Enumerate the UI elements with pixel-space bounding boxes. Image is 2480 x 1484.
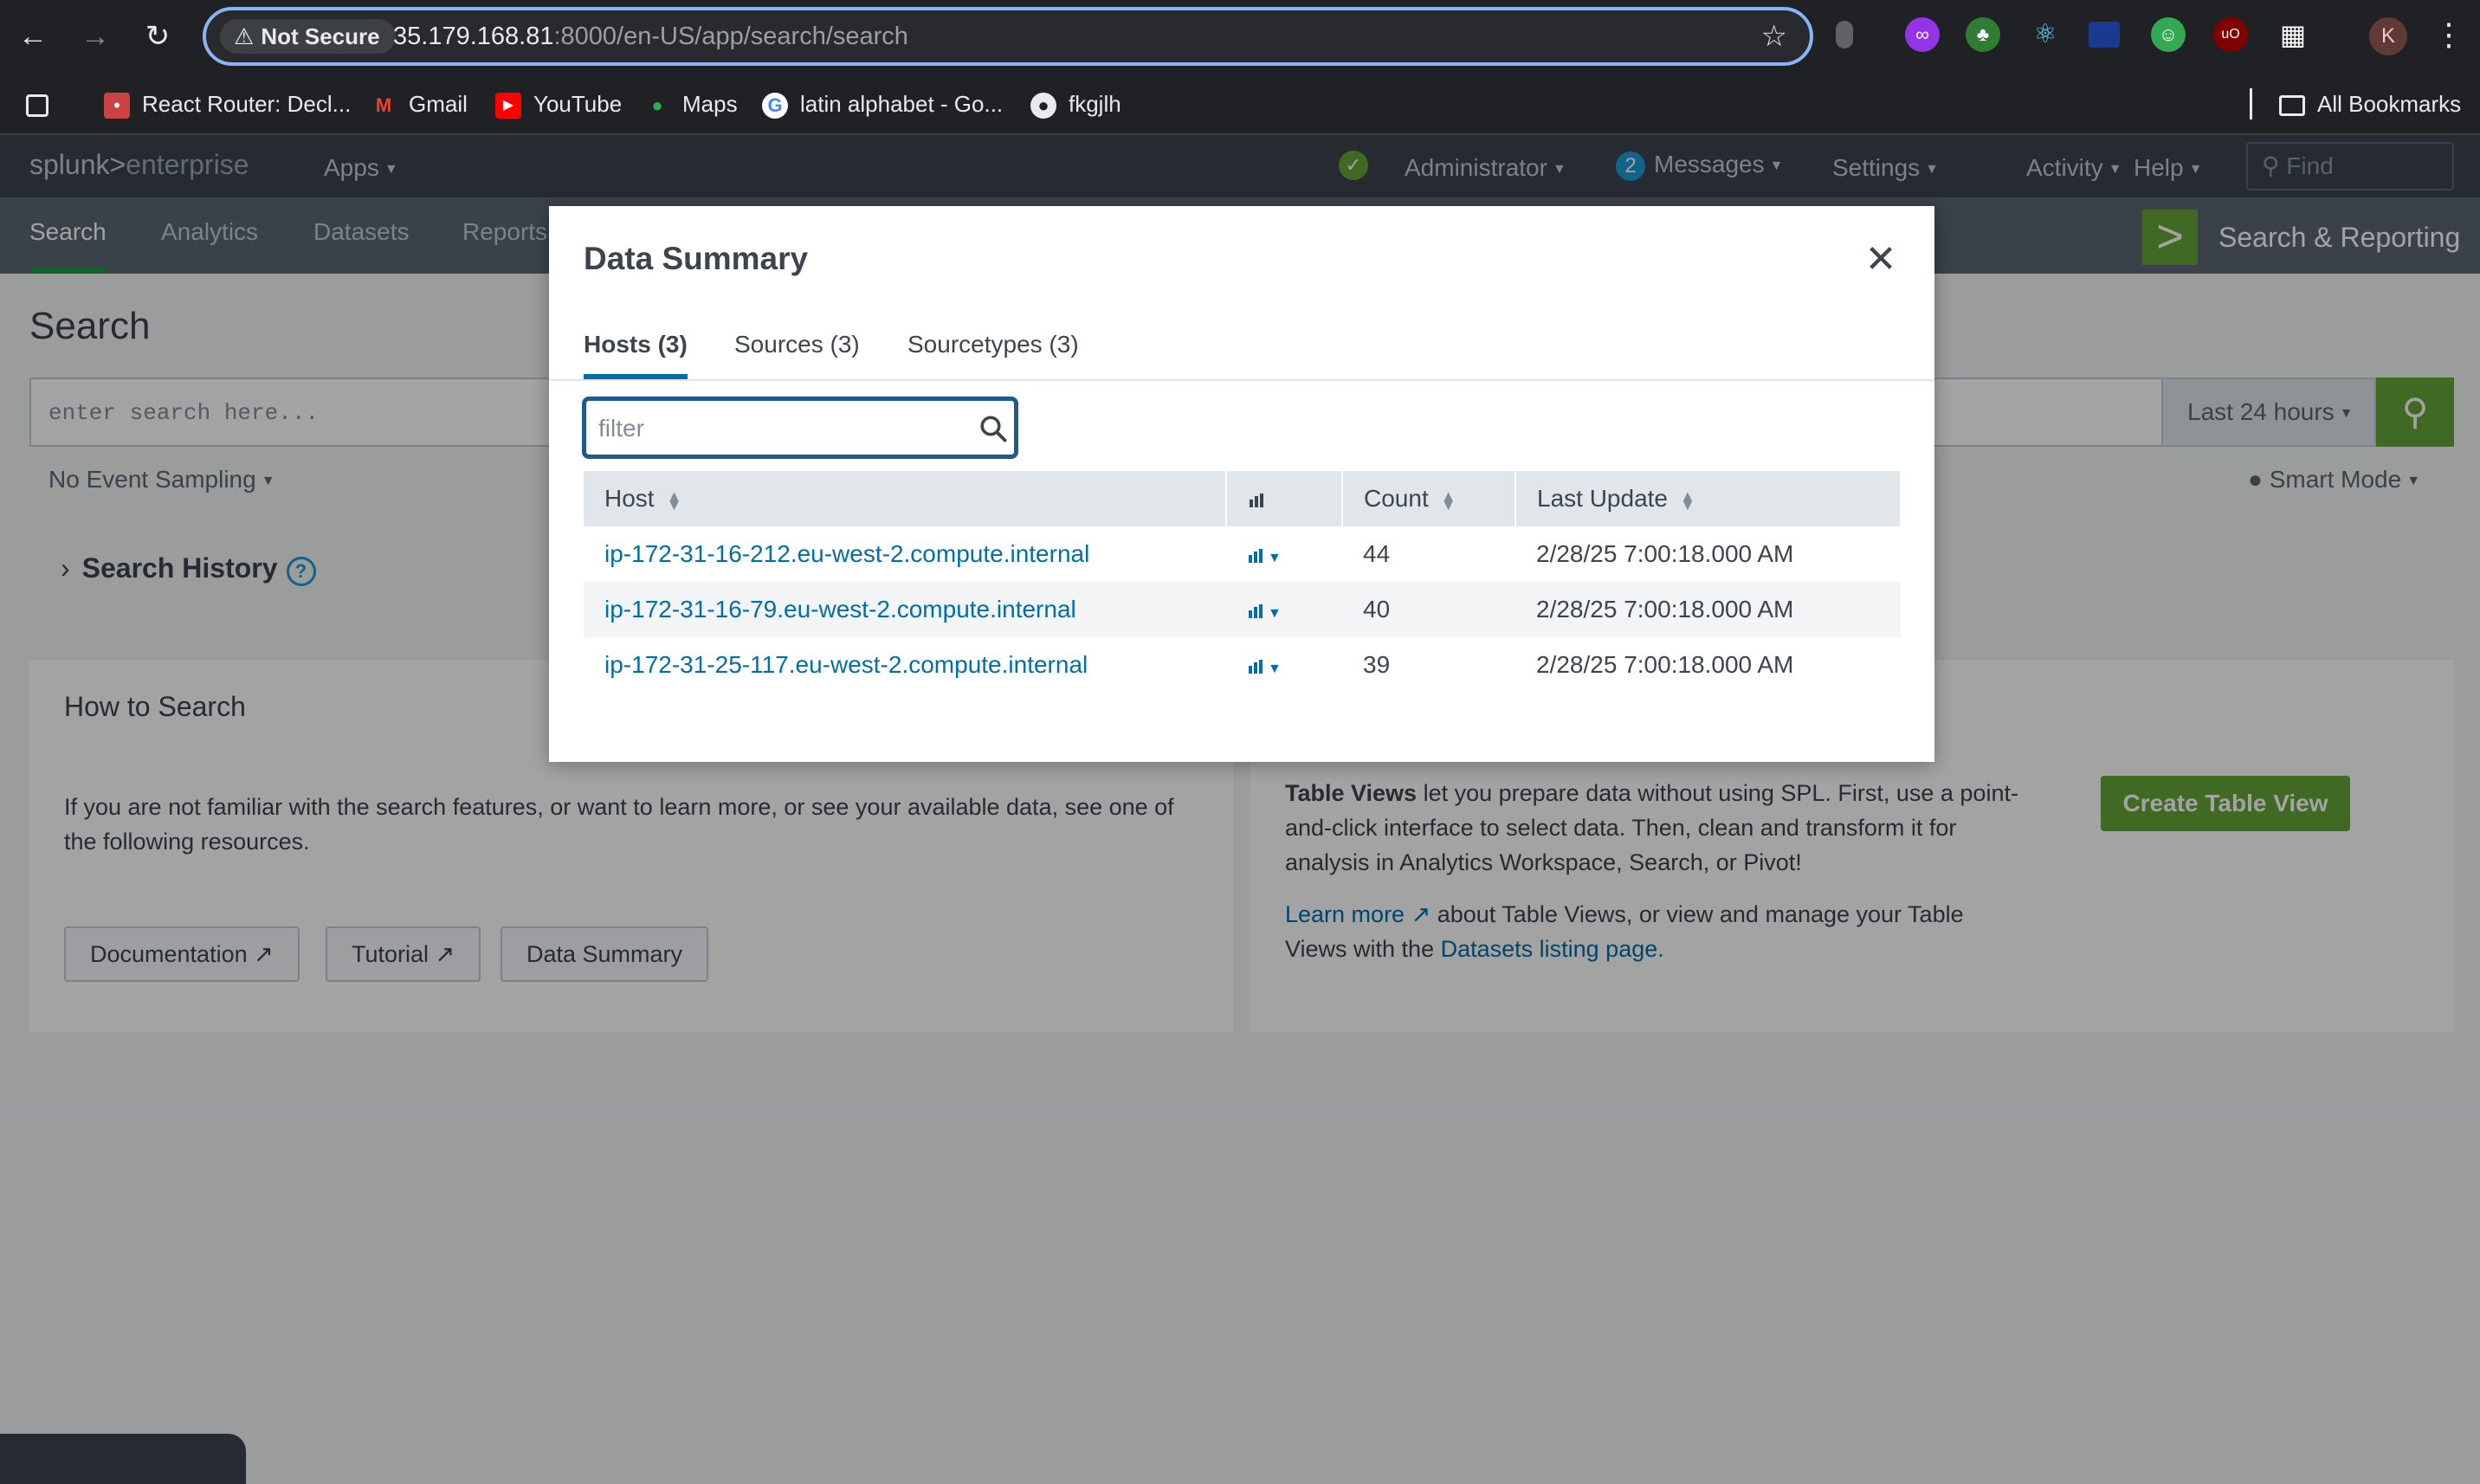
bookmark-star-icon[interactable]: ☆ — [1761, 19, 1787, 54]
last-update-cell: 2/28/25 7:00:18.000 AM — [1536, 651, 1794, 678]
bar-chart-icon — [1249, 603, 1263, 618]
sort-icon: ▲ ▼ — [666, 487, 682, 513]
uk-flag-icon[interactable] — [2089, 22, 2120, 48]
bookmark-react-router[interactable]: • React Router: Decl... — [104, 88, 351, 119]
caret-down-icon: ▼ — [1268, 606, 1282, 621]
bookmark-youtube[interactable]: ▶ YouTube — [495, 88, 622, 119]
count-cell: 44 — [1363, 540, 1391, 567]
tree-extension-icon[interactable]: ♣ — [1966, 17, 2000, 52]
not-secure-badge[interactable]: ⚠ Not Secure — [220, 19, 396, 54]
tab-sources[interactable]: Sources (3) — [734, 331, 860, 358]
host-link[interactable]: ip-172-31-25-117.eu-west-2.compute.inter… — [604, 651, 1088, 678]
table-header-row: Host ▲ ▼ Count ▲ ▼ Last Update ▲ ▼ — [584, 471, 1902, 526]
address-bar[interactable]: ⚠ Not Secure 35.179.168.81:8000/en-US/app… — [203, 7, 1813, 66]
filter-input[interactable] — [598, 413, 971, 444]
maps-pin-icon: ● — [651, 94, 663, 117]
sort-icon: ▲ ▼ — [1680, 487, 1695, 513]
bar-chart-icon — [1249, 659, 1263, 674]
all-bookmarks[interactable]: All Bookmarks — [2279, 88, 2461, 119]
bookmarks-bar: • React Router: Decl... M Gmail ▶ YouTube ●… — [0, 73, 2480, 135]
bookmark-latin-alphabet[interactable]: Glatin alphabet - Go... — [762, 88, 1003, 119]
sparkline-column-header — [1226, 471, 1343, 526]
modal-tabs: Hosts (3) Sources (3) Sourcetypes (3) — [549, 320, 1934, 381]
ublock-icon[interactable]: uO — [2213, 17, 2248, 52]
host-link[interactable]: ip-172-31-16-79.eu-west-2.compute.intern… — [604, 596, 1076, 623]
robot-extension-icon[interactable]: ☺ — [2151, 17, 2186, 52]
bookmark-fkgjlh[interactable]: ● fkgjlh — [1030, 88, 1121, 119]
sort-icon: ▲ ▼ — [1440, 487, 1456, 513]
last-update-cell: 2/28/25 7:00:18.000 AM — [1536, 540, 1794, 567]
search-icon — [980, 416, 1007, 442]
modal-title: Data Summary — [584, 241, 809, 276]
host-column-header[interactable]: Host ▲ ▼ — [584, 471, 1227, 526]
reload-icon[interactable]: ↻ — [137, 16, 178, 57]
puzzle-icon[interactable]: ▦ — [2276, 17, 2310, 52]
globe-icon: ● — [1030, 93, 1056, 119]
bar-chart-icon — [1249, 548, 1263, 563]
youtube-icon: ▶ — [495, 93, 521, 119]
back-icon[interactable]: ← — [12, 16, 54, 57]
table-row: ip-172-31-25-117.eu-west-2.compute.inter… — [584, 637, 1901, 693]
react-router-icon: • — [104, 93, 130, 119]
bookmark-gmail[interactable]: M Gmail — [371, 88, 468, 119]
forward-icon[interactable]: → — [74, 16, 116, 57]
caret-down-icon: ▼ — [1268, 661, 1282, 676]
tab-sourcetypes[interactable]: Sourcetypes (3) — [907, 331, 1079, 358]
warning-icon: ⚠ — [234, 23, 255, 49]
last-update-cell: 2/28/25 7:00:18.000 AM — [1515, 582, 1901, 637]
chart-dropdown[interactable]: ▼ — [1226, 526, 1342, 582]
chart-dropdown[interactable]: ▼ — [1226, 582, 1342, 637]
tab-hosts[interactable]: Hosts (3) — [584, 331, 688, 379]
bar-chart-icon — [1250, 493, 1263, 507]
last-update-column-header[interactable]: Last Update ▲ ▼ — [1515, 471, 1902, 526]
google-icon: G — [762, 93, 788, 119]
extension-icon[interactable] — [1836, 21, 1853, 48]
apps-grid-icon[interactable] — [26, 88, 61, 119]
gmail-icon: M — [375, 94, 392, 117]
table-row: ip-172-31-16-79.eu-west-2.compute.intern… — [584, 582, 1901, 637]
folder-icon — [2279, 95, 2305, 117]
table-row: ip-172-31-16-212.eu-west-2.compute.inter… — [584, 526, 1901, 582]
hosts-table: Host ▲ ▼ Count ▲ ▼ Last Update ▲ ▼ ip-172-31-1… — [584, 471, 1902, 693]
profile-avatar[interactable]: K — [2369, 17, 2407, 55]
bookmarks-divider — [2250, 88, 2252, 119]
chart-dropdown[interactable]: ▼ — [1226, 637, 1342, 693]
host-cell: ip-172-31-16-212.eu-west-2.compute.inter… — [584, 526, 1226, 582]
filter-field[interactable] — [582, 397, 1018, 459]
react-devtools-icon[interactable]: ⚛ — [2028, 17, 2063, 52]
caret-down-icon: ▼ — [1268, 551, 1282, 565]
count-column-header[interactable]: Count ▲ ▼ — [1342, 471, 1516, 526]
host-cell: ip-172-31-16-79.eu-west-2.compute.intern… — [584, 582, 1226, 637]
bookmark-maps[interactable]: ● Maps — [644, 88, 737, 119]
close-icon[interactable]: ✕ — [1860, 239, 1902, 281]
url-text[interactable]: 35.179.168.81:8000/en-US/app/search/sear… — [393, 23, 908, 51]
data-summary-modal: Data Summary ✕ Hosts (3) Sources (3) Sou… — [549, 206, 1934, 762]
host-link[interactable]: ip-172-31-16-212.eu-west-2.compute.inter… — [604, 540, 1089, 567]
count-cell: 39 — [1363, 651, 1391, 678]
count-cell: 40 — [1342, 582, 1515, 637]
host-cell: ip-172-31-25-117.eu-west-2.compute.inter… — [584, 637, 1226, 693]
browser-menu-icon[interactable]: ⋮ — [2433, 16, 2464, 54]
browser-toolbar: ← → ↻ ⚠ Not Secure 35.179.168.81:8000/en-… — [0, 0, 2480, 73]
extension-icon[interactable]: ∞ — [1905, 17, 1940, 52]
